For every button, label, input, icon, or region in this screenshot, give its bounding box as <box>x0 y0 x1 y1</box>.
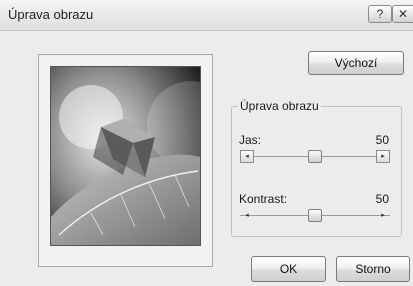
cancel-button[interactable]: Storno <box>336 256 410 282</box>
brightness-thumb[interactable] <box>308 150 322 163</box>
brightness-slider[interactable]: ◂ ▸ <box>240 150 390 164</box>
chevron-right-icon: ▸ <box>381 212 385 219</box>
title-bar[interactable]: Úprava obrazu ? ✕ <box>0 0 413 31</box>
chevron-right-icon: ▸ <box>381 153 385 160</box>
dialog-content: Výchozí Úprava obrazu Jas: 50 ◂ ▸ Kontra… <box>0 31 413 286</box>
image-preview-frame <box>38 54 235 267</box>
chevron-left-icon: ◂ <box>245 153 249 160</box>
brightness-label: Jas: <box>239 133 262 147</box>
contrast-decrease-button[interactable]: ◂ <box>240 209 254 222</box>
contrast-slider[interactable]: ◂ ▸ <box>240 209 390 223</box>
brightness-increase-button[interactable]: ▸ <box>376 150 390 163</box>
image-adjust-group: Úprava obrazu Jas: 50 ◂ ▸ Kontrast: 50 ◂ <box>231 99 402 237</box>
dialog-title: Úprava obrazu <box>8 7 94 22</box>
help-icon: ? <box>376 7 384 21</box>
brightness-decrease-button[interactable]: ◂ <box>240 150 254 163</box>
chevron-left-icon: ◂ <box>245 212 249 219</box>
brightness-value: 50 <box>375 133 389 147</box>
image-preview <box>50 66 235 246</box>
group-legend: Úprava obrazu <box>240 99 319 113</box>
close-icon: ✕ <box>397 7 409 21</box>
contrast-thumb[interactable] <box>308 209 322 222</box>
contrast-value: 50 <box>375 192 389 206</box>
default-button[interactable]: Výchozí <box>308 51 404 75</box>
preview-artwork <box>51 67 235 245</box>
contrast-label: Kontrast: <box>239 192 288 206</box>
ok-button[interactable]: OK <box>251 256 326 282</box>
image-adjust-dialog: Úprava obrazu ? ✕ Výchozí Úprava obrazu … <box>0 0 413 286</box>
contrast-increase-button[interactable]: ▸ <box>376 209 390 222</box>
help-button[interactable]: ? <box>368 5 392 23</box>
close-button[interactable]: ✕ <box>392 5 413 23</box>
